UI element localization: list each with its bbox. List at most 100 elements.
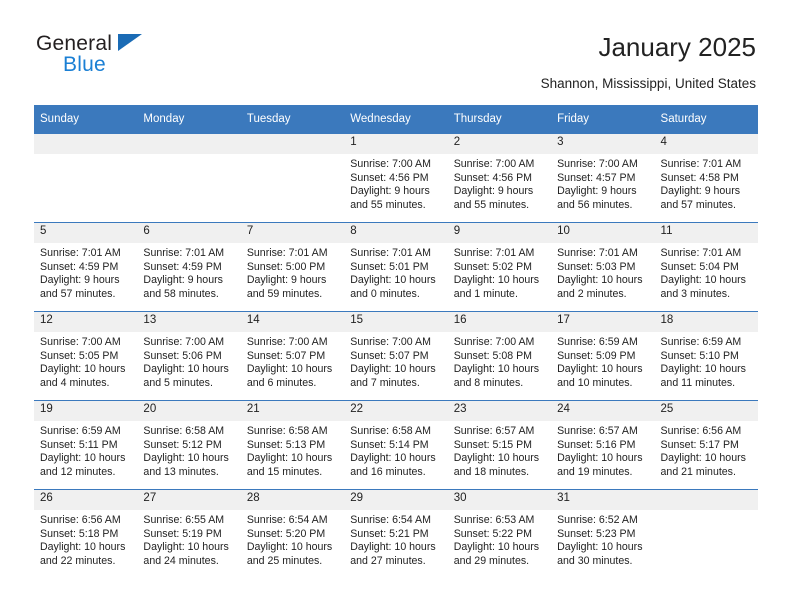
day-number: 15	[344, 312, 448, 332]
general-blue-logo[interactable]: General Blue	[36, 32, 236, 84]
daylight-text-line1: Daylight: 10 hours	[557, 363, 643, 376]
calendar-day-cell[interactable]: 15 Sunrise: 7:00 AM Sunset: 5:07 PM Dayligh…	[344, 311, 448, 401]
day-number: 13	[137, 312, 241, 332]
calendar-day-cell[interactable]: 18 Sunrise: 6:59 AM Sunset: 5:10 PM Dayligh…	[654, 311, 758, 401]
daylight-text-line2: and 19 minutes.	[557, 465, 633, 478]
calendar-day-cell[interactable]: 21 Sunrise: 6:58 AM Sunset: 5:13 PM Dayligh…	[240, 400, 345, 490]
day-number-band	[34, 134, 138, 154]
calendar-day-cell[interactable]: 26 Sunrise: 6:56 AM Sunset: 5:18 PM Dayligh…	[34, 489, 138, 578]
sunset-text: Sunset: 5:08 PM	[453, 349, 533, 362]
day-details: Sunrise: 7:01 AM Sunset: 5:01 PM Daylight:…	[344, 243, 447, 301]
day-details: Sunrise: 6:57 AM Sunset: 5:15 PM Daylight:…	[448, 421, 551, 479]
day-number: 6	[137, 223, 241, 243]
day-details: Sunrise: 7:00 AM Sunset: 4:57 PM Daylight:…	[551, 154, 654, 212]
daylight-text-line1: Daylight: 10 hours	[660, 452, 746, 465]
sunset-text: Sunset: 5:10 PM	[660, 349, 739, 362]
day-number: 30	[447, 490, 552, 510]
calendar-day-cell[interactable]: 4 Sunrise: 7:01 AM Sunset: 4:58 PM Daylight…	[654, 134, 758, 223]
calendar-day-cell[interactable]: 1 Sunrise: 7:00 AM Sunset: 4:56 PM Daylight…	[344, 134, 448, 223]
sunrise-text: Sunrise: 6:59 AM	[557, 336, 638, 348]
day-number: 12	[34, 312, 138, 332]
calendar-day-cell[interactable]: 6 Sunrise: 7:01 AM Sunset: 4:59 PM Daylight…	[137, 222, 241, 312]
day-details: Sunrise: 6:55 AM Sunset: 5:19 PM Daylight:…	[137, 510, 240, 568]
sunset-text: Sunset: 5:12 PM	[143, 438, 222, 451]
day-number: 31	[551, 490, 655, 510]
daylight-text-line1: Daylight: 10 hours	[557, 452, 643, 465]
sunrise-text: Sunrise: 7:01 AM	[143, 247, 225, 259]
calendar-day-cell[interactable]: 31 Sunrise: 6:52 AM Sunset: 5:23 PM Dayligh…	[551, 489, 655, 578]
calendar-day-cell[interactable]: 25 Sunrise: 6:56 AM Sunset: 5:17 PM Dayligh…	[654, 400, 758, 490]
sunrise-text: Sunrise: 7:01 AM	[660, 158, 742, 170]
calendar-day-cell[interactable]: 10 Sunrise: 7:01 AM Sunset: 5:03 PM Dayligh…	[551, 222, 655, 312]
sunset-text: Sunset: 4:56 PM	[453, 171, 533, 184]
logo-text-blue: Blue	[63, 53, 106, 76]
calendar-day-cell[interactable]: 13 Sunrise: 7:00 AM Sunset: 5:06 PM Dayligh…	[137, 311, 241, 401]
sunrise-text: Sunrise: 6:56 AM	[660, 425, 742, 437]
calendar-day-cell[interactable]: 29 Sunrise: 6:54 AM Sunset: 5:21 PM Dayligh…	[344, 489, 448, 578]
sunset-text: Sunset: 5:09 PM	[557, 349, 636, 362]
sunset-text: Sunset: 4:59 PM	[143, 260, 222, 273]
sunrise-text: Sunrise: 7:01 AM	[246, 247, 328, 259]
sunset-text: Sunset: 4:57 PM	[557, 171, 636, 184]
calendar-day-cell[interactable]: 17 Sunrise: 6:59 AM Sunset: 5:09 PM Dayligh…	[551, 311, 655, 401]
day-details: Sunrise: 7:01 AM Sunset: 5:03 PM Daylight:…	[551, 243, 654, 301]
calendar-day-cell[interactable]: 27 Sunrise: 6:55 AM Sunset: 5:19 PM Dayligh…	[137, 489, 241, 578]
calendar-week-row: 19 Sunrise: 6:59 AM Sunset: 5:11 PM Dayligh…	[34, 400, 758, 490]
calendar-day-cell[interactable]: 8 Sunrise: 7:01 AM Sunset: 5:01 PM Daylight…	[344, 222, 448, 312]
sunset-text: Sunset: 5:19 PM	[143, 527, 222, 540]
daylight-text-line1: Daylight: 9 hours	[660, 185, 741, 198]
sunset-text: Sunset: 5:05 PM	[40, 349, 119, 362]
calendar-day-cell-empty	[34, 134, 138, 223]
day-number: 19	[34, 401, 138, 421]
day-number: 28	[240, 490, 345, 510]
weekday-header-friday: Friday	[551, 105, 655, 134]
day-details: Sunrise: 6:57 AM Sunset: 5:16 PM Daylight:…	[551, 421, 654, 479]
day-details: Sunrise: 6:52 AM Sunset: 5:23 PM Daylight:…	[551, 510, 654, 568]
calendar-grid: Sunday Monday Tuesday Wednesday Thursday Frid…	[34, 105, 758, 578]
day-number: 24	[551, 401, 655, 421]
daylight-text-line2: and 6 minutes.	[246, 376, 317, 389]
calendar-day-cell[interactable]: 12 Sunrise: 7:00 AM Sunset: 5:05 PM Dayligh…	[34, 311, 138, 401]
calendar-day-cell[interactable]: 7 Sunrise: 7:01 AM Sunset: 5:00 PM Daylight…	[240, 222, 345, 312]
day-details: Sunrise: 7:00 AM Sunset: 4:56 PM Daylight:…	[448, 154, 551, 212]
sunset-text: Sunset: 5:04 PM	[660, 260, 739, 273]
day-number: 4	[654, 134, 758, 154]
calendar-day-cell[interactable]: 23 Sunrise: 6:57 AM Sunset: 5:15 PM Dayligh…	[447, 400, 552, 490]
calendar-day-cell[interactable]: 5 Sunrise: 7:01 AM Sunset: 4:59 PM Daylight…	[34, 222, 138, 312]
calendar-day-cell[interactable]: 30 Sunrise: 6:53 AM Sunset: 5:22 PM Dayligh…	[447, 489, 552, 578]
calendar-day-cell[interactable]: 28 Sunrise: 6:54 AM Sunset: 5:20 PM Dayligh…	[240, 489, 345, 578]
day-number: 1	[344, 134, 448, 154]
daylight-text-line1: Daylight: 10 hours	[40, 363, 126, 376]
daylight-text-line2: and 18 minutes.	[453, 465, 530, 478]
daylight-text-line1: Daylight: 10 hours	[40, 452, 126, 465]
day-number: 26	[34, 490, 138, 510]
day-number: 14	[240, 312, 345, 332]
calendar-day-cell[interactable]: 14 Sunrise: 7:00 AM Sunset: 5:07 PM Dayligh…	[240, 311, 345, 401]
sunrise-text: Sunrise: 6:54 AM	[246, 514, 328, 526]
daylight-text-line1: Daylight: 10 hours	[453, 274, 540, 287]
calendar-day-cell[interactable]: 24 Sunrise: 6:57 AM Sunset: 5:16 PM Dayligh…	[551, 400, 655, 490]
daylight-text-line2: and 57 minutes.	[40, 287, 116, 300]
daylight-text-line1: Daylight: 9 hours	[453, 185, 534, 198]
day-details: Sunrise: 7:01 AM Sunset: 4:58 PM Daylight:…	[655, 154, 758, 212]
sunset-text: Sunset: 5:06 PM	[143, 349, 222, 362]
calendar-day-cell-empty	[654, 489, 758, 578]
day-number: 8	[344, 223, 448, 243]
daylight-text-line2: and 58 minutes.	[143, 287, 219, 300]
calendar-day-cell[interactable]: 3 Sunrise: 7:00 AM Sunset: 4:57 PM Daylight…	[551, 134, 655, 223]
day-details: Sunrise: 7:01 AM Sunset: 5:02 PM Daylight:…	[448, 243, 551, 301]
calendar-day-cell[interactable]: 16 Sunrise: 7:00 AM Sunset: 5:08 PM Dayligh…	[447, 311, 552, 401]
day-number: 27	[137, 490, 241, 510]
sunset-text: Sunset: 5:15 PM	[453, 438, 533, 451]
daylight-text-line2: and 57 minutes.	[660, 198, 736, 211]
calendar-day-cell[interactable]: 11 Sunrise: 7:01 AM Sunset: 5:04 PM Dayligh…	[654, 222, 758, 312]
calendar-day-cell[interactable]: 19 Sunrise: 6:59 AM Sunset: 5:11 PM Dayligh…	[34, 400, 138, 490]
calendar-day-cell[interactable]: 2 Sunrise: 7:00 AM Sunset: 4:56 PM Daylight…	[447, 134, 552, 223]
daylight-text-line2: and 56 minutes.	[557, 198, 633, 211]
calendar-day-cell[interactable]: 22 Sunrise: 6:58 AM Sunset: 5:14 PM Dayligh…	[344, 400, 448, 490]
sunrise-text: Sunrise: 7:01 AM	[350, 247, 431, 259]
calendar-day-cell[interactable]: 20 Sunrise: 6:58 AM Sunset: 5:12 PM Dayligh…	[137, 400, 241, 490]
calendar-day-cell[interactable]: 9 Sunrise: 7:01 AM Sunset: 5:02 PM Daylight…	[447, 222, 552, 312]
sunset-text: Sunset: 5:18 PM	[40, 527, 119, 540]
daylight-text-line1: Daylight: 10 hours	[246, 541, 333, 554]
